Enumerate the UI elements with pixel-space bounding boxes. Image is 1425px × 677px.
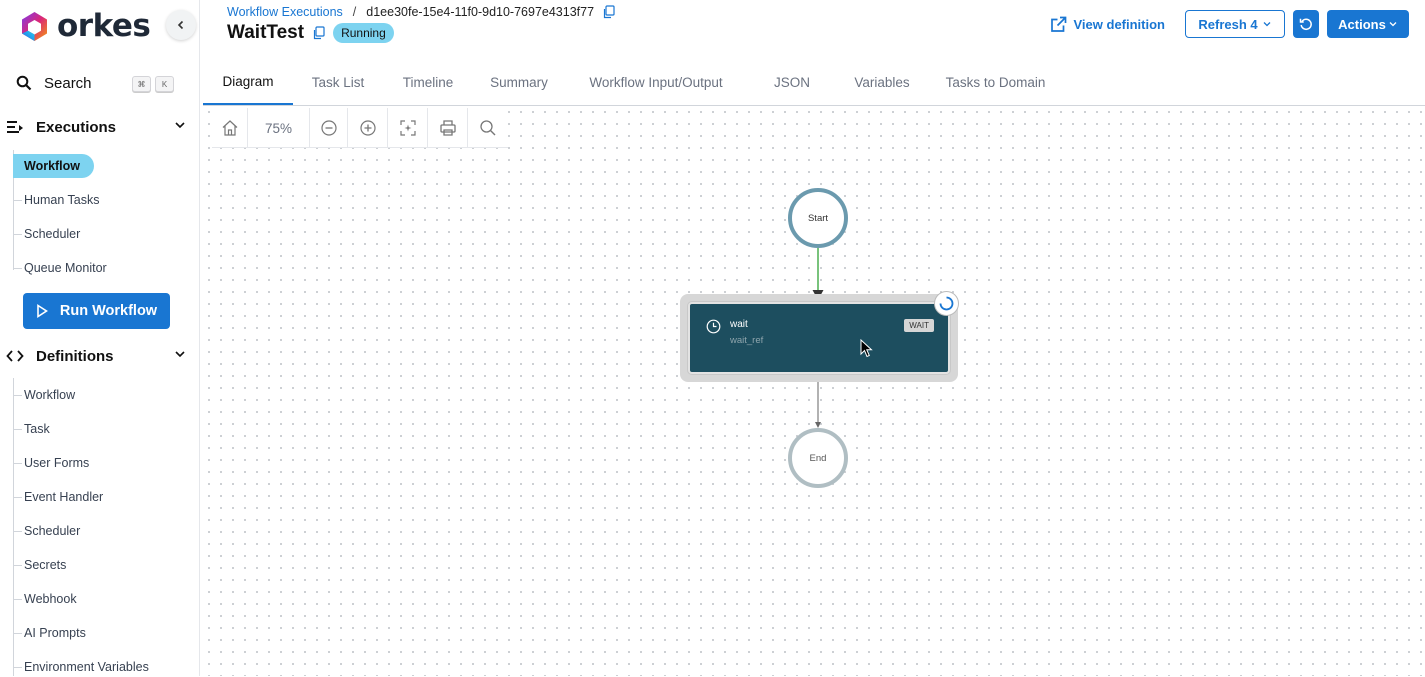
sidebar-item-definitions-scheduler[interactable]: Scheduler: [13, 521, 80, 541]
tab-task-list[interactable]: Task List: [303, 60, 373, 105]
executions-icon: [7, 121, 23, 133]
shortcut-key-k: K: [155, 76, 174, 92]
title-row: WaitTest Running: [227, 22, 394, 44]
copy-icon[interactable]: [602, 5, 615, 19]
actions-label: Actions: [1338, 16, 1386, 32]
task-running-indicator: [934, 291, 959, 316]
shortcut-key-cmd: ⌘: [132, 76, 151, 92]
code-icon: [6, 350, 24, 362]
executions-section-toggle[interactable]: Executions: [6, 116, 190, 138]
search-icon: [16, 75, 32, 91]
header-actions: View definition Refresh 4 Actions: [1050, 10, 1409, 38]
search-button[interactable]: Search ⌘ K: [16, 72, 176, 94]
breadcrumb-separator: /: [352, 5, 357, 19]
sidebar-item-queue-monitor[interactable]: Queue Monitor: [13, 258, 107, 278]
chevron-left-icon: [177, 20, 184, 30]
copy-icon[interactable]: [312, 26, 325, 40]
execution-id: d1ee30fe-15e4-11f0-9d10-7697e4313f77: [366, 5, 595, 19]
play-icon: [37, 304, 48, 318]
external-link-icon: [1050, 16, 1066, 32]
tab-variables[interactable]: Variables: [845, 60, 919, 105]
task-name: wait: [730, 319, 748, 330]
sidebar-item-secrets[interactable]: Secrets: [13, 555, 66, 575]
tab-json[interactable]: JSON: [759, 60, 825, 105]
tab-diagram[interactable]: Diagram: [203, 60, 293, 105]
view-definition-label: View definition: [1073, 16, 1166, 32]
page-title: WaitTest: [227, 22, 305, 43]
rotate-ccw-icon: [1299, 18, 1312, 31]
breadcrumb-workflow-executions-link[interactable]: Workflow Executions: [227, 5, 343, 19]
refresh-label: Refresh 4: [1198, 16, 1258, 32]
chevron-down-icon: [175, 351, 185, 358]
sidebar-item-ai-prompts[interactable]: AI Prompts: [13, 623, 86, 643]
sidebar-item-human-tasks[interactable]: Human Tasks: [13, 190, 100, 210]
chevron-down-icon: [1263, 22, 1271, 27]
diagram-canvas[interactable]: 75% Start wait wait_ref WAIT End: [203, 106, 1425, 676]
sidebar-item-webhook[interactable]: Webhook: [13, 589, 77, 609]
sidebar-item-executions-workflow[interactable]: Workflow: [13, 154, 94, 178]
sidebar-item-environment-variables[interactable]: Environment Variables: [13, 657, 149, 677]
mouse-cursor-icon: [860, 339, 873, 358]
clock-icon: [706, 319, 721, 334]
tab-workflow-input-output[interactable]: Workflow Input/Output: [575, 60, 737, 105]
sidebar-item-event-handler[interactable]: Event Handler: [13, 487, 103, 507]
refresh-dropdown-button[interactable]: Refresh 4: [1185, 10, 1285, 38]
tab-timeline[interactable]: Timeline: [393, 60, 463, 105]
sidebar-item-definitions-workflow[interactable]: Workflow: [13, 385, 75, 405]
task-node-wait[interactable]: wait wait_ref WAIT: [688, 302, 950, 374]
tab-summary[interactable]: Summary: [483, 60, 555, 105]
orkes-logo-icon: [22, 11, 47, 41]
definitions-label: Definitions: [36, 347, 114, 365]
spinner-icon: [939, 296, 954, 311]
brand-name: orkes: [57, 8, 151, 44]
search-label: Search: [44, 74, 92, 92]
end-node[interactable]: End: [788, 428, 848, 488]
view-definition-link[interactable]: View definition: [1050, 16, 1166, 33]
executions-label: Executions: [36, 118, 117, 136]
chevron-down-icon: [175, 122, 185, 129]
status-badge: Running: [333, 23, 394, 43]
sidebar: orkes Search ⌘ K Executions Workflow Hum…: [0, 0, 200, 676]
breadcrumb: Workflow Executions / d1ee30fe-15e4-11f0…: [227, 5, 615, 19]
run-workflow-label: Run Workflow: [59, 303, 158, 319]
definitions-section-toggle[interactable]: Definitions: [6, 345, 190, 367]
run-workflow-button[interactable]: Run Workflow: [23, 293, 170, 329]
sidebar-item-executions-scheduler[interactable]: Scheduler: [13, 224, 80, 244]
chevron-down-icon: [1389, 22, 1397, 27]
restart-button[interactable]: [1293, 10, 1319, 38]
sidebar-item-task[interactable]: Task: [13, 419, 50, 439]
collapse-sidebar-button[interactable]: [166, 10, 196, 40]
orkes-logo[interactable]: orkes: [18, 8, 151, 44]
tab-tasks-to-domain[interactable]: Tasks to Domain: [938, 60, 1053, 105]
task-ref: wait_ref: [730, 335, 764, 346]
actions-dropdown-button[interactable]: Actions: [1327, 10, 1409, 38]
start-node[interactable]: Start: [788, 188, 848, 248]
task-type-badge: WAIT: [904, 319, 934, 332]
tab-bar: Diagram Task List Timeline Summary Workf…: [203, 60, 1425, 106]
main-content: Workflow Executions / d1ee30fe-15e4-11f0…: [200, 0, 1425, 676]
sidebar-item-user-forms[interactable]: User Forms: [13, 453, 89, 473]
